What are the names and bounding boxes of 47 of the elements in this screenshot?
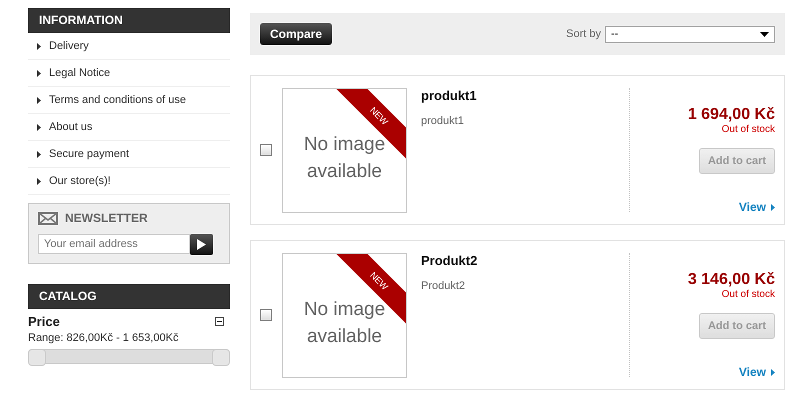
- placeholder-text: No image: [304, 133, 386, 157]
- sidebar-link[interactable]: About us: [49, 121, 92, 133]
- availability: Out of stock: [722, 289, 775, 300]
- slider-handle[interactable]: [212, 349, 230, 366]
- caret-icon: [37, 150, 41, 158]
- caret-icon: [37, 96, 41, 104]
- sidebar-link[interactable]: Terms and conditions of use: [49, 94, 186, 106]
- compare-button[interactable]: Compare: [260, 23, 332, 45]
- caret-icon: [37, 178, 41, 184]
- sidebar-link[interactable]: Legal Notice: [49, 67, 110, 79]
- compare-checkbox[interactable]: [260, 309, 272, 321]
- caret-icon: [37, 124, 41, 130]
- caret-icon: [771, 368, 775, 376]
- play-icon: [197, 239, 206, 250]
- range-label: Range: 826,00Kč - 1 653,00Kč: [28, 332, 180, 344]
- filter-title: Price: [28, 314, 60, 329]
- view-link[interactable]: View: [738, 365, 766, 379]
- sort-select[interactable]: --: [605, 26, 775, 42]
- product-name[interactable]: produkt1: [421, 88, 615, 103]
- slider-handle[interactable]: [28, 349, 46, 366]
- caret-icon: [771, 204, 775, 210]
- sidebar-link[interactable]: Delivery: [49, 40, 89, 52]
- envelope-icon: [38, 212, 58, 224]
- product-description: Produkt2: [421, 280, 466, 292]
- price-slider[interactable]: [28, 349, 230, 364]
- placeholder-text: No image: [304, 298, 386, 322]
- block-header: INFORMATION: [28, 8, 230, 33]
- product-name[interactable]: Produkt2: [421, 253, 615, 268]
- collapse-icon[interactable]: [215, 317, 224, 326]
- compare-checkbox[interactable]: [260, 144, 272, 156]
- sort-label: Sort by: [566, 28, 601, 40]
- product-price: 3 146,00 Kč: [688, 271, 775, 289]
- product-price: 1 694,00 Kč: [688, 106, 775, 124]
- placeholder-text: available: [306, 325, 382, 349]
- sidebar-link[interactable]: Our store(s)!: [49, 175, 111, 187]
- view-link[interactable]: View: [738, 200, 766, 214]
- newsletter-title: NEWSLETTER: [65, 211, 148, 225]
- availability: Out of stock: [722, 124, 775, 135]
- caret-icon: [37, 70, 41, 76]
- submit-button[interactable]: [190, 234, 213, 255]
- dropdown-icon: [760, 32, 769, 36]
- sidebar-link[interactable]: Secure payment: [49, 148, 130, 160]
- email-field[interactable]: Your email address: [38, 234, 190, 254]
- placeholder-text: available: [306, 160, 382, 184]
- caret-icon: [37, 42, 41, 50]
- block-header: CATALOG: [28, 284, 230, 309]
- product-description: produkt1: [421, 115, 465, 127]
